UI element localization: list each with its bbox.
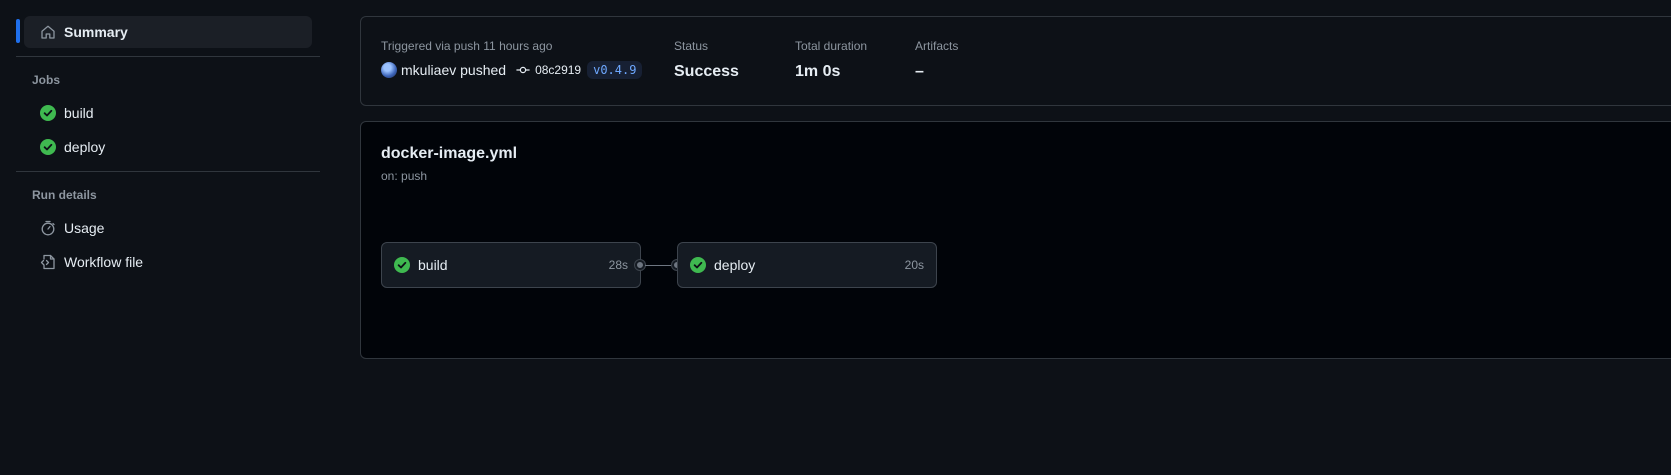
status-label: Status [674,39,709,53]
check-circle-icon [690,257,706,273]
duration-label: Total duration [795,39,868,53]
job-name: build [418,257,448,273]
run-details-list: Usage Workflow file [16,212,320,278]
check-circle-icon [40,105,56,121]
job-duration: 20s [904,258,924,272]
trigger-text: Triggered via push 11 hours ago [381,39,553,53]
sidebar-item-label: deploy [64,139,106,155]
sidebar-item-label: Usage [64,220,105,236]
stopwatch-icon [40,220,56,236]
push-info: mkuliaev pushed 08c2919 v0.4.9 [381,61,643,79]
workflow-trigger: on: push [381,169,428,183]
sidebar-item-workflow-file[interactable]: Workflow file [24,246,320,278]
workflow-graph-card: docker-image.yml on: push build 28s depl… [360,121,1671,359]
page: Summary Jobs build deploy Run details Us… [0,0,1671,475]
job-node-deploy[interactable]: deploy 20s [677,242,937,288]
artifacts-value: – [915,63,924,80]
sidebar-item-build[interactable]: build [24,97,320,129]
tag-badge[interactable]: v0.4.9 [587,61,643,79]
divider [16,56,320,57]
job-node-build[interactable]: build 28s [381,242,641,288]
git-commit-icon [516,66,530,74]
divider [16,171,320,172]
sidebar-item-label: Summary [64,24,128,40]
sidebar-item-deploy[interactable]: deploy [24,131,320,163]
sidebar-item-label: Workflow file [64,254,144,270]
status-column: Status Success [674,39,739,81]
home-icon [40,24,56,40]
duration-value: 1m 0s [795,63,841,80]
run-details-section-title: Run details [32,188,97,202]
sidebar-item-usage[interactable]: Usage [24,212,320,244]
sidebar-item-summary[interactable]: Summary [16,16,312,48]
status-value: Success [674,63,739,80]
sidebar-item-label: build [64,105,94,121]
commit-sha: 08c2919 [535,63,582,77]
artifacts-column: Artifacts – [915,39,958,81]
active-indicator [16,19,20,43]
duration-column: Total duration 1m 0s [795,39,867,81]
avatar[interactable] [381,62,397,78]
commit-link[interactable]: 08c2919 [516,63,581,77]
job-name: deploy [714,257,756,273]
jobs-list: build deploy [16,97,320,163]
check-circle-icon [394,257,410,273]
actor-link[interactable]: mkuliaev pushed [401,62,506,78]
check-circle-icon [40,139,56,155]
sidebar: Summary Jobs build deploy Run details Us… [16,16,320,278]
connector-output-dot [635,260,645,270]
run-summary-card: Triggered via push 11 hours ago mkuliaev… [360,16,1671,106]
artifacts-label: Artifacts [915,39,959,53]
job-duration: 28s [608,258,628,272]
trigger-column: Triggered via push 11 hours ago mkuliaev… [381,39,643,79]
file-code-icon [40,254,56,270]
jobs-section-title: Jobs [32,73,61,87]
workflow-file-name[interactable]: docker-image.yml [381,145,517,163]
